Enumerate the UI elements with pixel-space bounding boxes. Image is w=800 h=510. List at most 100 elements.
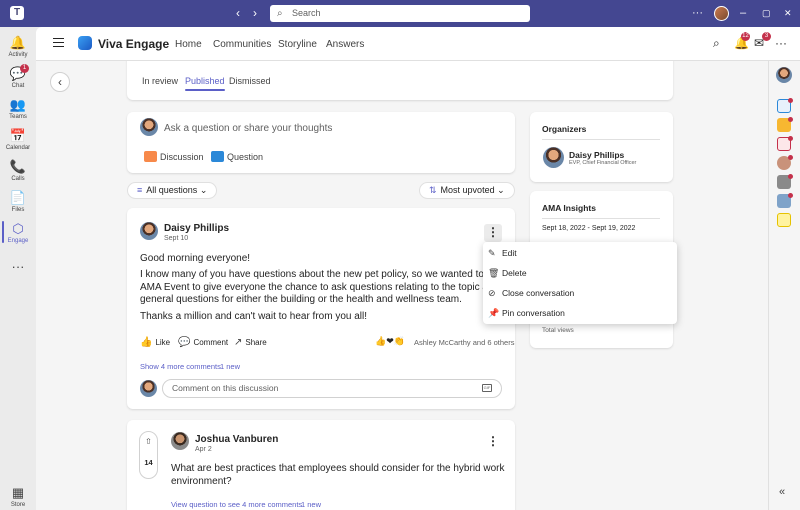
menu-item-delete[interactable]: 🗑 Delete (483, 263, 677, 283)
reactions-icons[interactable]: 👍❤👏 (375, 336, 405, 347)
search-icon: ⌕ (277, 8, 283, 19)
rail-label: Teams (9, 114, 27, 120)
nav-home[interactable]: Home (175, 39, 202, 50)
user-avatar[interactable] (714, 6, 729, 21)
upvote-arrow-icon[interactable]: ⇧ (140, 437, 157, 446)
rail-item-calendar[interactable]: 📅 Calendar (0, 128, 36, 151)
post-line: Thanks a million and can't wait to hear … (140, 311, 368, 322)
forward-arrow-icon[interactable]: › (253, 6, 257, 20)
close-icon[interactable]: ✕ (784, 5, 792, 21)
sort-dropdown[interactable]: ⇅ Most upvoted ⌄ (419, 182, 515, 199)
bell-icon: 🔔 (9, 35, 27, 50)
upvote-control[interactable]: ⇧ 14 (139, 431, 158, 479)
collapse-rail-icon[interactable]: « (779, 486, 785, 498)
divider (542, 139, 660, 140)
minimize-icon[interactable]: – (740, 5, 746, 21)
question-label: Question (227, 152, 264, 162)
rail-item-chat[interactable]: 💬 1 Chat (0, 64, 36, 89)
author-name[interactable]: Joshua Vanburen (195, 434, 278, 445)
user-avatar[interactable] (776, 67, 792, 83)
sticky-notes-app-icon[interactable] (777, 213, 791, 227)
more-options-button[interactable]: ⋮ (484, 224, 502, 242)
share-button[interactable]: ↗ Share (234, 337, 267, 348)
question-line: What are best practices that employees s… (171, 463, 505, 474)
post-line: general questions for either the buildin… (140, 294, 462, 305)
tab-dismissed[interactable]: Dismissed (229, 76, 271, 86)
show-more-comments-link[interactable]: Show 4 more comments (140, 362, 221, 371)
edit-icon: ✎ (488, 248, 496, 258)
organizers-title: Organizers (542, 124, 587, 134)
more-options-icon[interactable]: ··· (775, 36, 787, 50)
author-avatar[interactable] (171, 432, 189, 450)
menu-item-edit[interactable]: ✎ Edit (483, 243, 677, 263)
nav-communities[interactable]: Communities (213, 39, 271, 50)
gif-icon[interactable]: GIF (482, 384, 492, 392)
app-title: Viva Engage (98, 37, 170, 51)
store-icon: ▦ (11, 485, 25, 500)
rail-item-more[interactable]: ··· (0, 259, 36, 274)
nav-answers[interactable]: Answers (326, 39, 364, 50)
organizer-name[interactable]: Daisy Phillips (569, 150, 624, 160)
rail-item-activity[interactable]: 🔔 Activity (0, 35, 36, 58)
post-line: AMA Event to give everyone the chance to… (140, 282, 527, 293)
filter-icon: ≡ (137, 185, 143, 195)
back-button[interactable]: ‹ (50, 72, 70, 92)
post-date: Sept 10 (164, 235, 189, 242)
chat-icon: 💬 (9, 66, 27, 81)
view-question-link[interactable]: View question to see 4 more comments (171, 500, 302, 509)
status-tabs: In review Published Dismissed (127, 61, 673, 100)
more-options-icon[interactable]: ··· (692, 5, 703, 21)
new-comments-badge: 1 new (301, 500, 322, 509)
sort-icon: ⇅ (429, 185, 437, 195)
discussion-button[interactable]: Discussion (144, 151, 204, 162)
composer-input[interactable]: Ask a question or share your thoughts (164, 123, 332, 134)
question-post: ⇧ 14 Joshua Vanburen Apr 2 ⋮ What are be… (127, 420, 515, 510)
author-avatar[interactable] (140, 222, 158, 240)
post-line: I know many of you have questions about … (140, 269, 528, 280)
organizers-card: Organizers Daisy Phillips EVP, Chief Fin… (530, 112, 673, 182)
delete-icon: 🗑 (488, 268, 500, 278)
notification-dot (788, 117, 793, 122)
comment-label: Comment (193, 338, 229, 347)
menu-item-close-conversation[interactable]: ⊘ Close conversation (483, 283, 677, 303)
tab-in-review[interactable]: In review (142, 76, 178, 86)
notification-dot (788, 155, 793, 160)
organizer-avatar[interactable] (543, 147, 564, 168)
close-conversation-icon: ⊘ (488, 288, 496, 298)
more-options-button[interactable]: ⋮ (484, 433, 502, 451)
like-label: Like (155, 338, 171, 347)
menu-item-pin-conversation[interactable]: 📌 Pin conversation (483, 303, 677, 323)
avatar (140, 118, 158, 136)
notification-dot (788, 136, 793, 141)
question-button[interactable]: Question (211, 151, 263, 162)
nav-storyline[interactable]: Storyline (278, 39, 317, 50)
author-name[interactable]: Daisy Phillips (164, 223, 229, 234)
filter-dropdown[interactable]: ≡ All questions ⌄ (127, 182, 218, 199)
question-line: environment? (171, 476, 232, 487)
back-arrow-icon[interactable]: ‹ (236, 6, 240, 20)
composer-card: Ask a question or share your thoughts Di… (127, 112, 515, 173)
comment-button[interactable]: 💬 Comment (178, 337, 228, 348)
rail-item-calls[interactable]: 📞 Calls (0, 159, 36, 182)
comment-input[interactable]: Comment on this discussion GIF (162, 379, 502, 398)
rail-label: Activity (8, 52, 28, 58)
rail-item-store[interactable]: ▦ Store (0, 485, 36, 508)
search-icon[interactable]: ⌕ (713, 36, 720, 51)
rail-item-files[interactable]: 📄 Files (0, 190, 36, 213)
notifications-badge: 12 (741, 32, 750, 41)
tab-published[interactable]: Published (185, 76, 225, 91)
rail-label: Files (11, 207, 25, 213)
file-icon: 📄 (9, 190, 27, 205)
insights-date-range: Sept 18, 2022 - Sept 19, 2022 (542, 225, 636, 232)
phone-icon: 📞 (9, 159, 27, 174)
organizer-role: EVP, Chief Financial Officer (569, 160, 637, 166)
discussion-icon (144, 151, 157, 162)
reactions-summary[interactable]: Ashley McCarthy and 6 others (414, 338, 514, 347)
like-button[interactable]: 👍 Like (140, 337, 170, 348)
maximize-icon[interactable]: ▢ (762, 5, 771, 21)
notification-dot (788, 193, 793, 198)
rail-item-teams[interactable]: 👥 Teams (0, 97, 36, 120)
search-input[interactable]: ⌕ Search (270, 5, 530, 22)
hamburger-menu-icon[interactable] (53, 38, 64, 47)
rail-item-engage[interactable]: ⬡ Engage (0, 221, 36, 244)
